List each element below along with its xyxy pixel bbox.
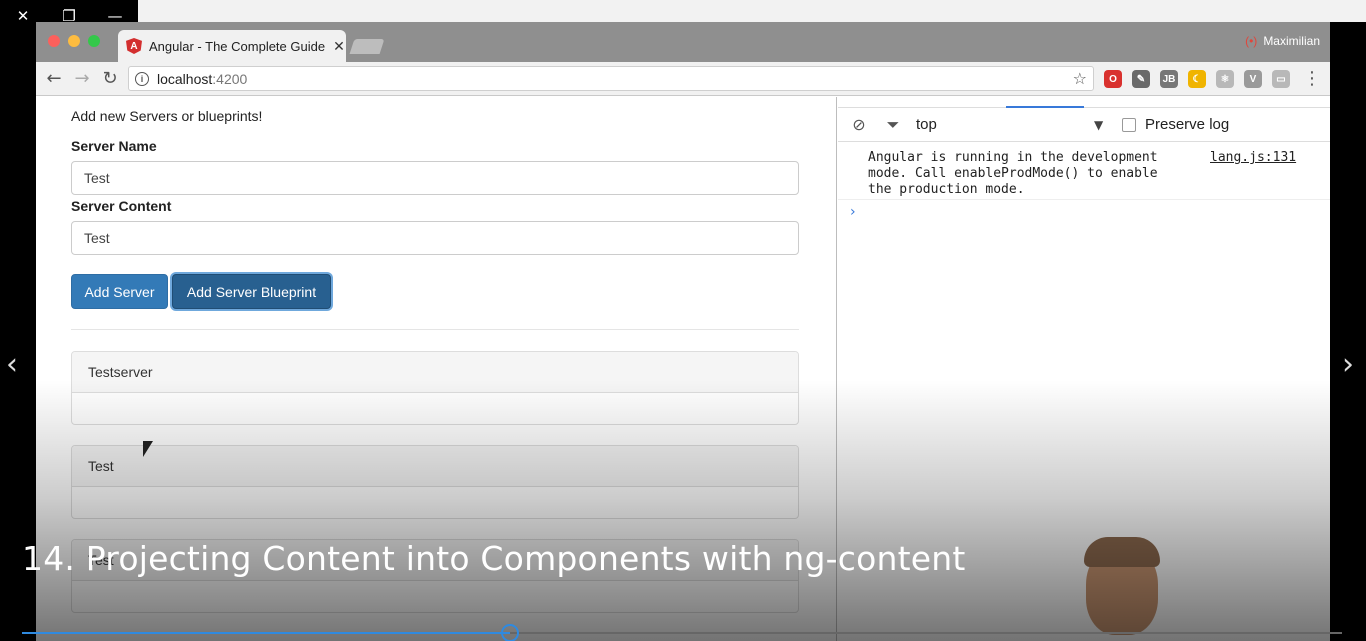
console-separator	[838, 199, 1330, 200]
seek-progress	[22, 632, 510, 634]
seek-handle[interactable]	[501, 624, 519, 641]
browser-toolbar: ← → ↻ i localhost :4200 ☆ O ✎ JB ☾ ⚛ V ▭ ⋮	[36, 62, 1330, 96]
context-dropdown-icon[interactable]: ▼	[1094, 118, 1103, 132]
console-prompt-icon[interactable]: ›	[850, 204, 856, 220]
server-content-input[interactable]	[71, 221, 799, 255]
forward-button[interactable]: →	[72, 68, 92, 89]
divider	[71, 329, 799, 330]
eyedropper-icon[interactable]: ✎	[1132, 70, 1150, 88]
profile-name: Maximilian	[1263, 34, 1320, 48]
presenter-hair	[1084, 537, 1160, 567]
browser-tab[interactable]: A Angular - The Complete Guide ✕	[118, 30, 346, 62]
console-toolbar: ⊘ ⏷ top ▼ Preserve log	[838, 108, 1330, 142]
server-panel: Test	[71, 445, 799, 519]
preserve-log-checkbox[interactable]	[1122, 117, 1136, 132]
next-video-icon[interactable]: ›	[1342, 347, 1354, 382]
server-name-input[interactable]	[71, 161, 799, 195]
browser-tab-bar: A Angular - The Complete Guide ✕ (•) Max…	[36, 22, 1330, 62]
panel-heading: Testserver	[72, 352, 798, 393]
new-tab-button[interactable]	[349, 39, 385, 54]
tab-close-icon[interactable]: ✕	[333, 38, 345, 55]
back-button[interactable]: ←	[44, 68, 64, 89]
profile-icon: (•)	[1245, 34, 1258, 48]
presenter-webcam	[1078, 537, 1168, 641]
url-port: :4200	[212, 70, 248, 87]
opera-icon[interactable]: O	[1104, 70, 1122, 88]
cast-icon[interactable]: ▭	[1272, 70, 1290, 88]
panel-heading: Test	[72, 446, 798, 487]
tab-title: Angular - The Complete Guide	[149, 38, 326, 54]
reload-button[interactable]: ↻	[100, 68, 120, 89]
server-content-label: Server Content	[71, 198, 172, 214]
mac-close-dot	[48, 35, 60, 47]
context-selector[interactable]: top	[916, 116, 937, 133]
server-panel: Testserver	[71, 351, 799, 425]
server-name-label: Server Name	[71, 138, 157, 154]
add-server-button[interactable]: Add Server	[71, 274, 168, 309]
console-message: Angular is running in the development mo…	[868, 150, 1166, 197]
vue-icon[interactable]: V	[1244, 70, 1262, 88]
preserve-log-label: Preserve log	[1145, 116, 1230, 133]
react-icon[interactable]: ⚛	[1216, 70, 1234, 88]
jb-icon[interactable]: JB	[1160, 70, 1178, 88]
video-title-caption: 14. Projecting Content into Components w…	[22, 539, 966, 578]
video-player: ✕ ❐ — A Angular - The Complete Guide ✕ (…	[0, 0, 1366, 641]
console-message-source-link[interactable]: lang.js:131	[1210, 150, 1296, 165]
info-icon[interactable]: i	[135, 71, 149, 86]
url-host: localhost	[157, 70, 213, 87]
moon-icon[interactable]: ☾	[1188, 70, 1206, 88]
mouse-cursor-icon	[143, 441, 153, 457]
player-top-strip	[138, 0, 1366, 22]
devtools-tab-strip	[838, 97, 1330, 108]
add-server-blueprint-button[interactable]: Add Server Blueprint	[172, 274, 331, 309]
previous-video-icon[interactable]: ‹	[6, 347, 18, 382]
profile-chip[interactable]: (•) Maximilian	[1245, 34, 1320, 48]
intro-text: Add new Servers or blueprints!	[71, 108, 263, 124]
mac-minimize-dot	[68, 35, 80, 47]
filter-icon[interactable]: ⏷	[884, 115, 902, 134]
address-bar[interactable]: i localhost :4200 ☆	[128, 66, 1094, 91]
clear-console-icon[interactable]: ⊘	[850, 115, 868, 134]
angular-logo-icon: A	[126, 38, 142, 54]
browser-menu-button[interactable]: ⋮	[1302, 68, 1322, 89]
bookmark-star-icon[interactable]: ☆	[1073, 69, 1087, 88]
mac-zoom-dot	[88, 35, 100, 47]
